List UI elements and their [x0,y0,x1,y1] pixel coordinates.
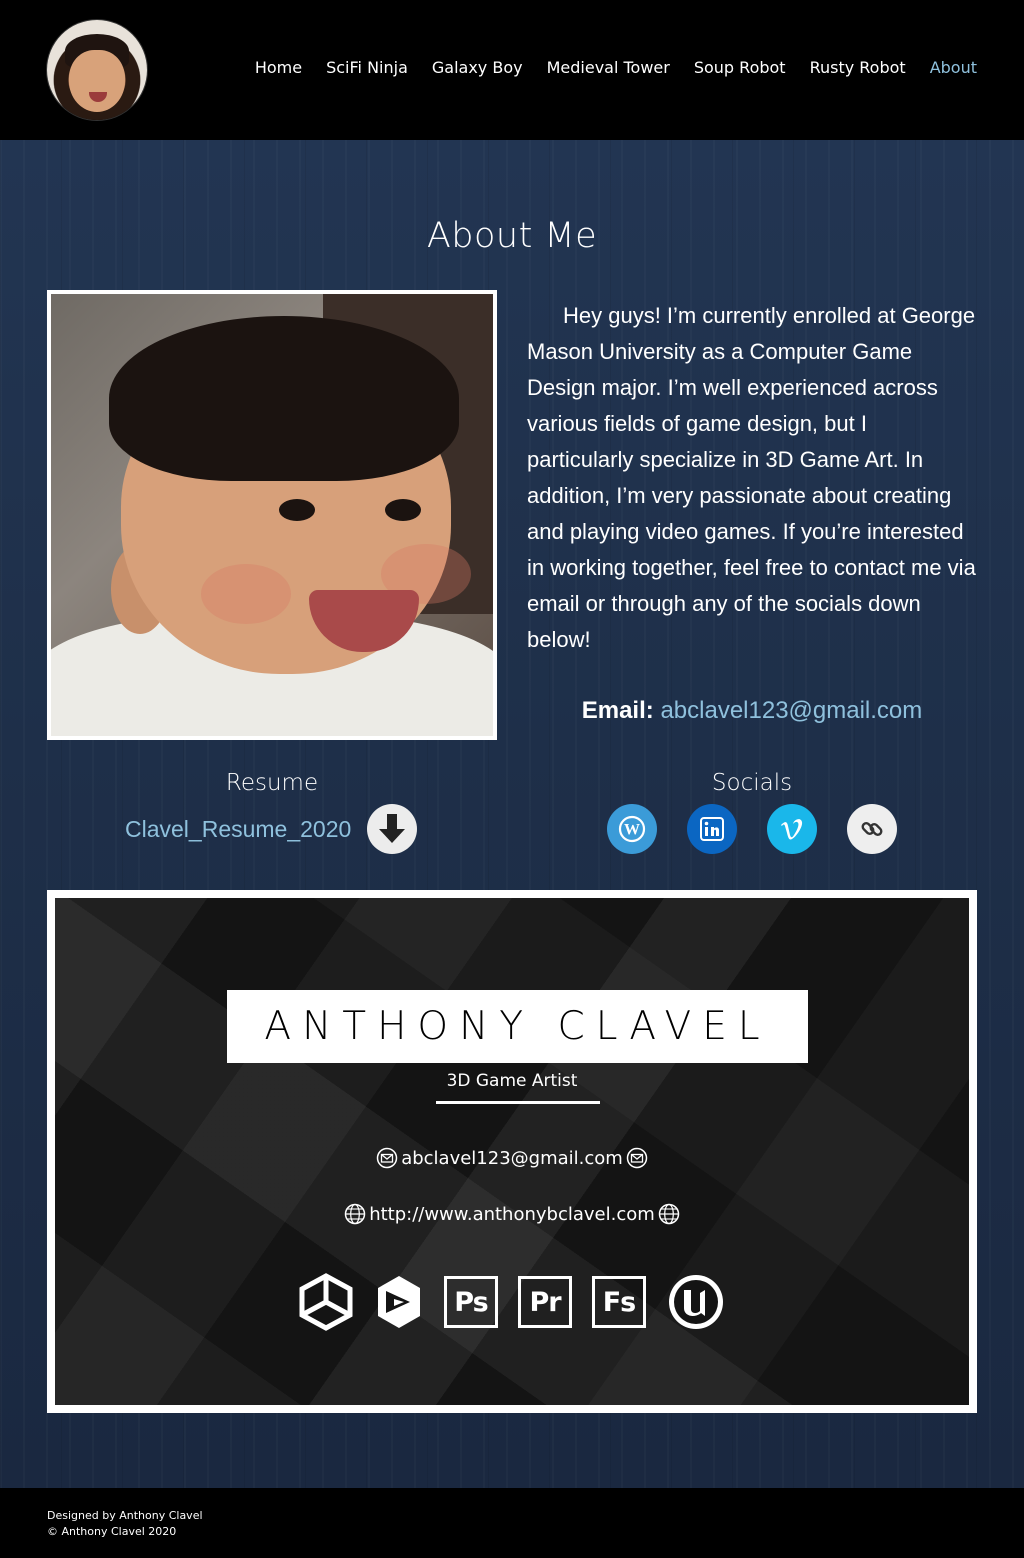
email-link[interactable]: abclavel123@gmail.com [660,697,922,724]
fuse-icon: Fs [592,1276,646,1328]
nav-item-rusty-robot[interactable]: Rusty Robot [810,58,906,77]
photoshop-icon: Ps [444,1276,498,1328]
link-icon[interactable] [847,804,897,854]
card-name: ANTHONY CLAVEL [264,1004,771,1049]
avatar-face [69,50,125,112]
nav-item-scifi-ninja[interactable]: SciFi Ninja [326,58,408,77]
card-website: http://www.anthonybclavel.com [369,1203,655,1225]
site-footer: Designed by Anthony Clavel © Anthony Cla… [0,1488,1024,1558]
nav-item-medieval-tower[interactable]: Medieval Tower [547,58,670,77]
globe-icon [344,1203,366,1225]
main-nav: Home SciFi Ninja Galaxy Boy Medieval Tow… [255,58,977,77]
portrait-eye-right [385,499,421,521]
page-title: About Me [426,216,598,257]
nav-item-soup-robot[interactable]: Soup Robot [694,58,786,77]
card-role: 3D Game Artist [446,1071,578,1091]
socials-heading: Socials [711,770,793,796]
linkedin-icon[interactable] [687,804,737,854]
software-tools-row: Ps Pr Fs [55,1272,969,1332]
portrait-photo [47,290,497,740]
business-card: ANTHONY CLAVEL 3D Game Artist abclavel12… [47,890,977,1413]
resume-heading: Resume [225,770,319,796]
download-arrow-icon[interactable] [367,804,417,854]
resume-file-link[interactable]: Clavel_Resume_2020 [125,816,351,843]
nav-item-galaxy-boy[interactable]: Galaxy Boy [432,58,523,77]
card-email-line: abclavel123@gmail.com [55,1147,969,1169]
card-name-box: ANTHONY CLAVEL [227,990,808,1063]
unreal-icon [669,1275,723,1329]
svg-text:W: W [624,822,640,839]
portrait-hair [109,316,459,481]
3dsmax-icon [378,1276,420,1328]
site-header: Home SciFi Ninja Galaxy Boy Medieval Tow… [0,0,1024,140]
nav-item-home[interactable]: Home [255,58,302,77]
card-role-underline [436,1101,600,1104]
premiere-icon: Pr [518,1276,572,1328]
footer-credit: Designed by Anthony Clavel [47,1509,203,1522]
envelope-icon [376,1147,398,1169]
unity-icon [299,1273,353,1331]
email-line: Email: abclavel123@gmail.com [527,697,977,725]
profile-avatar[interactable] [47,20,147,120]
footer-copyright: © Anthony Clavel 2020 [47,1525,177,1538]
portrait-eye-left [279,499,315,521]
portrait-cheek-left [201,564,291,624]
bio-paragraph: Hey guys! I’m currently enrolled at Geor… [527,303,976,652]
email-label: Email: [581,697,654,724]
envelope-icon [626,1147,648,1169]
vimeo-icon[interactable] [767,804,817,854]
globe-icon [658,1203,680,1225]
portrait-image [51,294,493,736]
card-email: abclavel123@gmail.com [401,1147,623,1169]
nav-item-about[interactable]: About [930,58,977,77]
business-card-background: ANTHONY CLAVEL 3D Game Artist abclavel12… [55,898,969,1405]
card-website-line: http://www.anthonybclavel.com [55,1203,969,1225]
wordpress-icon[interactable]: W [607,804,657,854]
